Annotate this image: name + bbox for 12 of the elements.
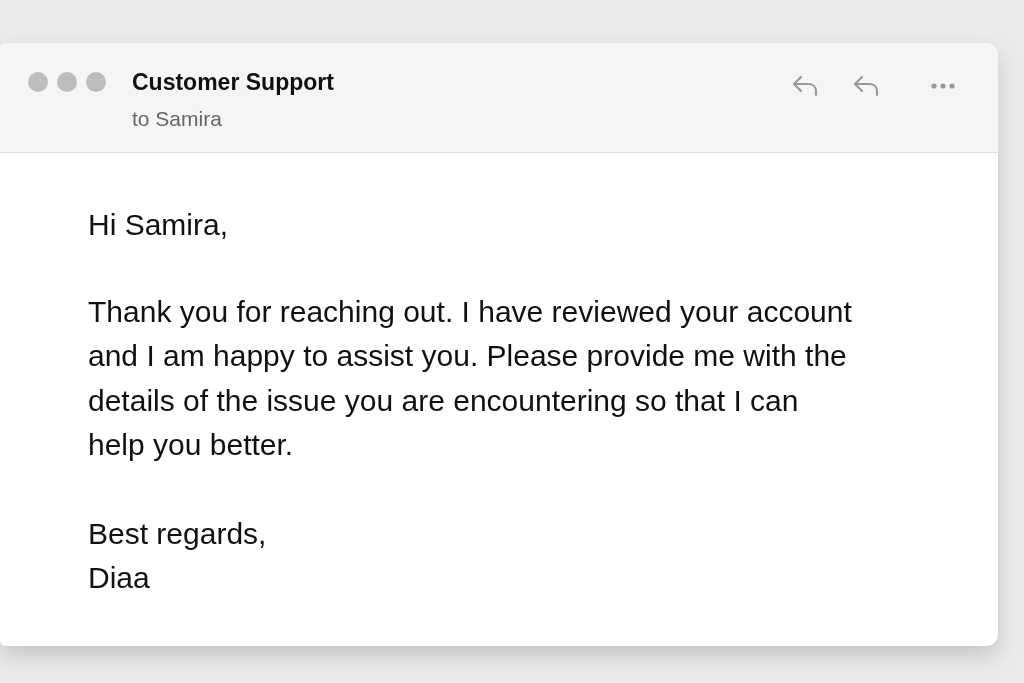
window-control-icon[interactable] (86, 72, 106, 92)
sender-name: Customer Support (132, 68, 334, 96)
signature-text: Diaa (88, 560, 150, 596)
reply-icon (792, 75, 818, 97)
greeting-text: Hi Samira, (88, 207, 229, 243)
closing-text: Best regards, (88, 515, 267, 552)
message-paragraph: Thank you for reaching out. I have reviewed your account and I am happy to assist you. Please provide me with the details of the issue you are encountering so that I can help you better. (88, 293, 853, 463)
window-control-icon[interactable] (57, 72, 77, 92)
reply-icon (853, 75, 879, 97)
more-icon (931, 83, 955, 89)
window-control-icon[interactable] (28, 72, 48, 92)
recipient-line: to Samira (132, 106, 223, 132)
